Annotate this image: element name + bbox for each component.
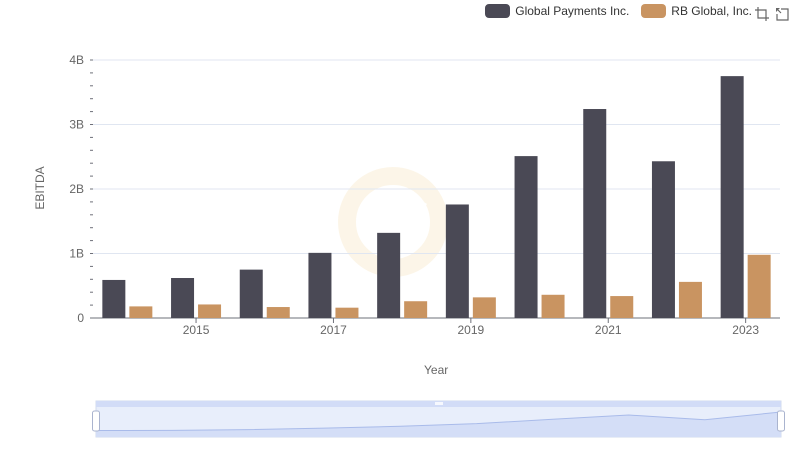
- bar-global-payments-2016[interactable]: [239, 269, 263, 318]
- bar-rb-global-2022[interactable]: [678, 281, 702, 318]
- zoom-drag-grip[interactable]: [435, 402, 443, 405]
- bar-global-payments-2020[interactable]: [514, 156, 538, 318]
- x-tick-labels: 2015 2017 2019 2021 2023: [183, 318, 759, 337]
- bar-rb-global-2015[interactable]: [198, 304, 222, 318]
- bar-global-payments-2018[interactable]: [377, 232, 401, 318]
- bar-global-payments-2015[interactable]: [171, 278, 195, 318]
- y-tick-labels: 0 1B 2B 3B 4B: [69, 53, 84, 325]
- y-minor-ticks: [90, 59, 93, 319]
- chart-canvas: 0 1B 2B 3B 4B 2015 2017 2019 2021 2023: [69, 53, 785, 438]
- bar-rb-global-2021[interactable]: [610, 296, 634, 318]
- y-tick-label: 0: [77, 311, 84, 325]
- grid: [93, 59, 780, 319]
- y-tick-label: 2B: [69, 182, 84, 196]
- x-tick-label: 2017: [320, 323, 347, 337]
- y-tick-label: 4B: [69, 53, 84, 67]
- bar-rb-global-2016[interactable]: [266, 307, 290, 318]
- bar-global-payments-2023[interactable]: [720, 76, 744, 318]
- y-tick-label: 1B: [69, 247, 84, 261]
- x-tick-label: 2023: [732, 323, 759, 337]
- bar-global-payments-2021[interactable]: [583, 109, 607, 319]
- bar-global-payments-2017[interactable]: [308, 252, 332, 318]
- bar-rb-global-2023[interactable]: [747, 254, 771, 318]
- bar-rb-global-2014[interactable]: [129, 306, 153, 318]
- y-tick-label: 3B: [69, 118, 84, 132]
- bar-rb-global-2020[interactable]: [541, 294, 565, 318]
- x-tick-label: 2019: [457, 323, 484, 337]
- data-zoom-slider[interactable]: [92, 400, 785, 438]
- zoom-handle-right[interactable]: [777, 410, 785, 432]
- bar-rb-global-2019[interactable]: [472, 297, 496, 318]
- bar-global-payments-2019[interactable]: [445, 204, 469, 318]
- bar-global-payments-2014[interactable]: [102, 279, 126, 318]
- bar-rb-global-2017[interactable]: [335, 307, 359, 318]
- bar-global-payments-2022[interactable]: [651, 161, 675, 318]
- x-tick-label: 2015: [183, 323, 210, 337]
- bar-rb-global-2018[interactable]: [404, 301, 428, 318]
- zoom-handle-left[interactable]: [92, 410, 100, 432]
- x-tick-label: 2021: [595, 323, 622, 337]
